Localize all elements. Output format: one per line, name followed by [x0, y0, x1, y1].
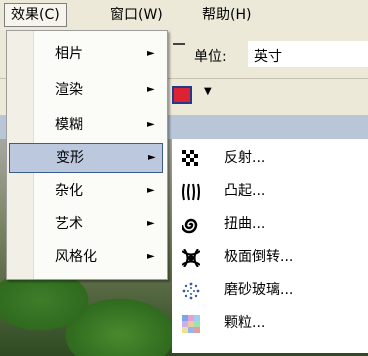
menu-item-render[interactable]: 渲染 ►	[9, 75, 163, 105]
submenu-arrow-icon: ►	[147, 185, 155, 196]
effects-menu: 相片 ► 渲染 ► 模糊 ► 变形 ► 杂化 ► 艺术 ► 风格化 ►	[6, 30, 168, 280]
submenu-arrow-icon: ►	[147, 251, 155, 262]
menu-item-stylize[interactable]: 风格化 ►	[9, 242, 163, 272]
submenu-item-grain[interactable]: 颗粒...	[172, 308, 368, 338]
menu-item-noise[interactable]: 杂化 ►	[9, 176, 163, 206]
menu-item-artistic[interactable]: 艺术 ►	[9, 209, 163, 239]
color-swatch-icon[interactable]	[172, 86, 192, 104]
menu-effect[interactable]: 效果(C)	[4, 3, 67, 27]
menu-item-label: 艺术	[55, 216, 83, 232]
submenu-arrow-icon: ►	[147, 84, 155, 95]
menu-item-label: 相片	[55, 46, 83, 62]
submenu-item-polar-inversion[interactable]: 极面倒转...	[172, 242, 368, 272]
unit-value[interactable]: 英寸	[254, 46, 282, 66]
submenu-item-label: 凸起...	[224, 183, 266, 199]
submenu-item-label: 反射...	[224, 150, 266, 166]
menu-item-photo[interactable]: 相片 ►	[9, 39, 163, 69]
submenu-item-label: 磨砂玻璃...	[224, 282, 294, 298]
menu-help[interactable]: 帮助(H)	[196, 4, 257, 26]
menu-item-distort[interactable]: 变形 ►	[9, 143, 163, 173]
chevron-down-icon[interactable]: ▼	[204, 86, 212, 97]
submenu-item-label: 颗粒...	[224, 315, 266, 331]
submenu-arrow-icon: ►	[147, 119, 155, 130]
menu-item-blur[interactable]: 模糊 ►	[9, 110, 163, 140]
submenu-item-label: 极面倒转...	[224, 249, 294, 265]
menu-window[interactable]: 窗口(W)	[104, 4, 169, 26]
submenu-arrow-icon: ►	[147, 48, 155, 59]
ruler-icon	[173, 43, 185, 53]
twist-icon	[180, 215, 200, 234]
grain-icon	[182, 314, 200, 333]
submenu-item-frosted-glass[interactable]: 磨砂玻璃...	[172, 275, 368, 305]
submenu-item-twist[interactable]: 扭曲...	[172, 209, 368, 239]
submenu-item-label: 扭曲...	[224, 216, 266, 232]
unit-label: 单位:	[194, 49, 227, 65]
menu-bar: 效果(C) 窗口(W) 帮助(H)	[0, 0, 368, 31]
submenu-arrow-icon: ►	[148, 152, 156, 163]
menu-item-label: 渲染	[55, 82, 83, 98]
bulge-icon	[182, 182, 200, 201]
menu-item-label: 变形	[56, 150, 84, 166]
menu-item-label: 模糊	[55, 117, 83, 133]
submenu-item-reflect[interactable]: 反射...	[172, 143, 368, 173]
reflect-icon	[182, 149, 200, 168]
submenu-arrow-icon: ►	[147, 218, 155, 229]
distort-submenu: 反射... 凸起... 扭曲... 极面倒转... 磨砂玻璃... 颗粒...	[172, 141, 368, 353]
frosted-glass-icon	[182, 281, 200, 300]
submenu-item-bulge[interactable]: 凸起...	[172, 176, 368, 206]
menu-item-label: 风格化	[55, 249, 97, 265]
polar-inversion-icon	[181, 248, 201, 268]
menu-item-label: 杂化	[55, 183, 83, 199]
